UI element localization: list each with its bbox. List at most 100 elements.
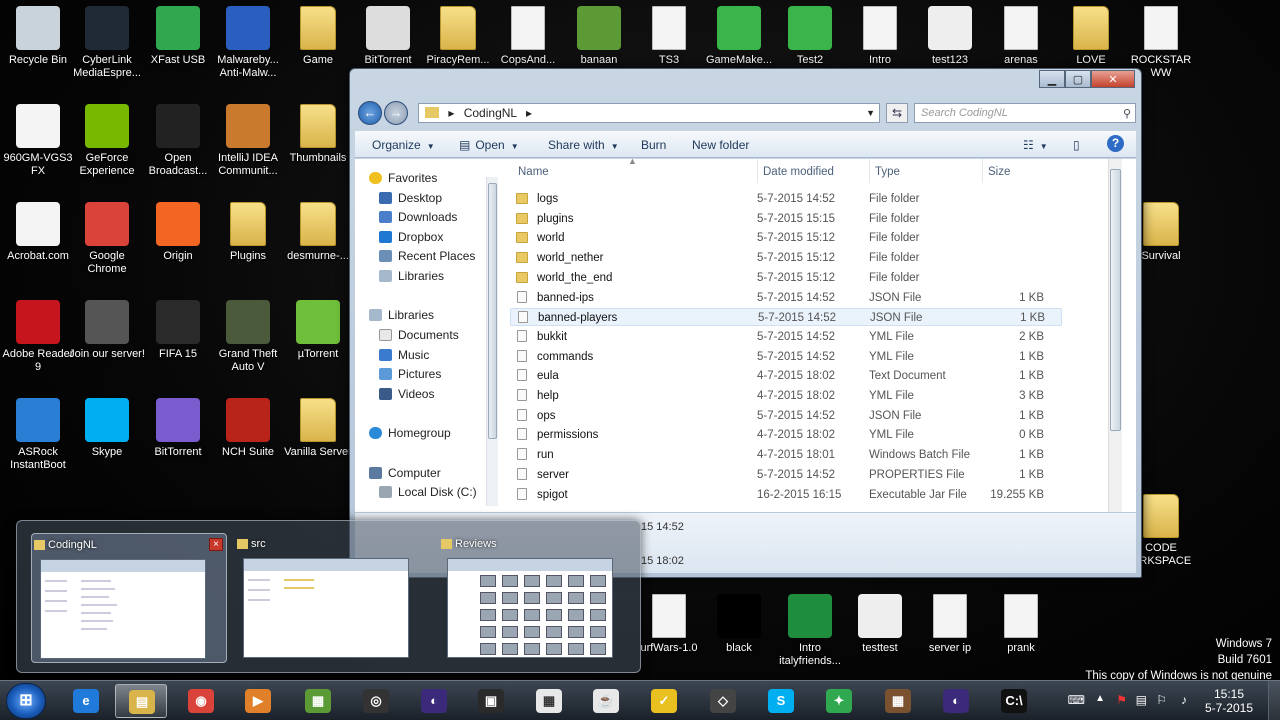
desktop-icon-item[interactable]: CyberLink MediaEspre... <box>69 6 145 80</box>
taskbar-button[interactable]: ▦ <box>872 684 924 718</box>
nav-homegroup[interactable]: Homegroup <box>369 424 451 442</box>
desktop-icon-item[interactable]: Intro italyfriends... <box>772 594 848 668</box>
taskbar-button[interactable]: ◐ <box>930 684 982 718</box>
view-options-button[interactable]: ☷ ▼ <box>1023 138 1048 152</box>
taskbar-button[interactable]: S <box>755 684 807 718</box>
back-button[interactable]: ← <box>358 101 382 125</box>
desktop-icon-item[interactable]: Open Broadcast... <box>140 104 216 178</box>
nav-favorites[interactable]: Favorites <box>369 169 437 187</box>
taskbar-button[interactable]: ◉ <box>175 684 227 718</box>
file-row[interactable]: permissions 4-7-2015 18:02 YML File 0 KB <box>510 426 1062 444</box>
desktop-icon-item[interactable]: Skype <box>69 398 145 459</box>
volume-icon[interactable]: ♪ <box>1181 693 1187 707</box>
desktop-icon-item[interactable]: GameMake... <box>701 6 777 67</box>
desktop-icon-item[interactable]: BitTorrent <box>140 398 216 459</box>
file-row[interactable]: logs 5-7-2015 14:52 File folder <box>510 190 1062 208</box>
thumbnail-src[interactable]: src <box>235 533 431 663</box>
file-row[interactable]: world 5-7-2015 15:12 File folder <box>510 229 1062 247</box>
desktop-icon-item[interactable]: Adobe Reader 9 <box>0 300 76 374</box>
chevron-up-icon[interactable]: ▲ <box>1095 693 1105 704</box>
help-button[interactable]: ? <box>1107 135 1124 152</box>
start-button[interactable]: ⊞ <box>6 683 46 719</box>
thumbnail-codingnl[interactable]: CodingNL × <box>31 533 227 663</box>
desktop-icon-item[interactable]: BitTorrent <box>350 6 426 67</box>
file-list-scrollbar[interactable] <box>1108 159 1122 512</box>
new-folder-button[interactable]: New folder <box>692 138 749 152</box>
explorer-window[interactable]: ▁ ▢ ✕ ← → ▸ CodingNL ▸ ▼ ⇆ Search Coding… <box>349 68 1142 578</box>
taskbar-button[interactable]: ☕ <box>580 684 632 718</box>
desktop-icon-item[interactable]: ASRock InstantBoot <box>0 398 76 472</box>
desktop-icon-item[interactable]: test123 <box>912 6 988 67</box>
refresh-button[interactable]: ⇆ <box>886 103 908 123</box>
keyboard-icon[interactable]: ⌨ <box>1068 693 1085 707</box>
file-row[interactable]: ops 5-7-2015 14:52 JSON File 1 KB <box>510 407 1062 425</box>
desktop-icon-item[interactable]: NCH Suite <box>210 398 286 459</box>
desktop-icon-item[interactable]: 960GM-VGS3 FX <box>0 104 76 178</box>
minimize-button[interactable]: ▁ <box>1039 70 1065 88</box>
desktop-icon-item[interactable]: testtest <box>842 594 918 655</box>
desktop-icon-item[interactable]: Test2 <box>772 6 848 67</box>
nav-music[interactable]: Music <box>379 346 429 364</box>
desktop-icon-item[interactable]: FIFA 15 <box>140 300 216 361</box>
close-button[interactable]: ✕ <box>1091 70 1135 88</box>
desktop-icon-item[interactable]: IntelliJ IDEA Communit... <box>210 104 286 178</box>
taskbar-button[interactable]: ✓ <box>638 684 690 718</box>
taskbar-button[interactable]: ◇ <box>697 684 749 718</box>
desktop-icon-item[interactable]: prank <box>983 594 1059 655</box>
desktop-icon-item[interactable]: Recycle Bin <box>0 6 76 67</box>
desktop-icon-item[interactable]: Malwareby... Anti-Malw... <box>210 6 286 80</box>
desktop-icon-item[interactable]: banaan <box>561 6 637 67</box>
desktop-icon-item[interactable]: GeForce Experience <box>69 104 145 178</box>
file-row[interactable]: world_the_end 5-7-2015 15:12 File folder <box>510 269 1062 287</box>
thumbnail-close-button[interactable]: × <box>209 538 223 551</box>
desktop-icon-item[interactable]: desmurne-... <box>280 202 356 263</box>
file-row[interactable]: spigot 16-2-2015 16:15 Executable Jar File… <box>510 486 1062 504</box>
network-warning-icon[interactable]: ▤ <box>1136 693 1147 707</box>
file-row[interactable]: eula 4-7-2015 18:02 Text Document 1 KB <box>510 367 1062 385</box>
nav-local-disk[interactable]: Local Disk (C:) <box>379 483 477 501</box>
column-header-type[interactable]: Type <box>875 166 900 178</box>
nav-scrollbar[interactable] <box>486 177 498 506</box>
organize-menu[interactable]: Organize ▼ <box>372 138 435 152</box>
nav-libraries-favorite[interactable]: Libraries <box>379 267 444 285</box>
desktop-icon-item[interactable]: Acrobat.com <box>0 202 76 263</box>
thumbnail-reviews[interactable]: Reviews <box>439 533 635 663</box>
desktop-icon-item[interactable]: PiracyRem... <box>420 6 496 67</box>
desktop-icon-item[interactable]: Game <box>280 6 356 67</box>
open-button[interactable]: ▤ Open ▼ <box>459 138 519 152</box>
clock[interactable]: 15:15 5-7-2015 <box>1198 687 1260 715</box>
forward-button[interactable]: → <box>384 101 408 125</box>
nav-pictures[interactable]: Pictures <box>379 365 441 383</box>
file-row[interactable]: server 5-7-2015 14:52 PROPERTIES File 1 KB <box>510 466 1062 484</box>
file-row[interactable]: banned-ips 5-7-2015 14:52 JSON File 1 KB <box>510 289 1062 307</box>
taskbar-button[interactable]: ▦ <box>523 684 575 718</box>
breadcrumb[interactable]: ▸ CodingNL ▸ ▼ <box>418 103 880 123</box>
desktop-icon-item[interactable]: Google Chrome <box>69 202 145 276</box>
file-row[interactable]: world_nether 5-7-2015 15:12 File folder <box>510 249 1062 267</box>
nav-dropbox[interactable]: Dropbox <box>379 228 443 246</box>
desktop-icon-item[interactable]: server ip <box>912 594 988 655</box>
desktop-icon-item[interactable]: Thumbnails <box>280 104 356 165</box>
desktop-icon-item[interactable]: Plugins <box>210 202 286 263</box>
desktop-icon-item[interactable]: black <box>701 594 777 655</box>
file-list-scrollbar-thumb[interactable] <box>1110 169 1121 431</box>
show-desktop-button[interactable] <box>1268 681 1280 720</box>
desktop-icon-item[interactable]: arenas <box>983 6 1059 67</box>
desktop-icon-item[interactable]: Vanilla Server <box>280 398 356 459</box>
burn-button[interactable]: Burn <box>641 138 666 152</box>
taskbar-button[interactable]: ◎ <box>350 684 402 718</box>
search-icon[interactable]: ⚲ <box>1123 105 1131 123</box>
nav-recent-places[interactable]: Recent Places <box>379 247 475 265</box>
taskbar-button[interactable]: ✦ <box>813 684 865 718</box>
breadcrumb-item-codingnl[interactable]: CodingNL <box>464 106 517 120</box>
desktop-icon-item[interactable]: LOVE <box>1053 6 1129 67</box>
nav-documents[interactable]: Documents <box>379 326 459 344</box>
desktop-icon-item[interactable]: Grand Theft Auto V <box>210 300 286 374</box>
taskbar-button[interactable]: e <box>60 684 112 718</box>
desktop-icon-item[interactable]: TS3 <box>631 6 707 67</box>
search-input[interactable]: Search CodingNL ⚲ <box>914 103 1136 123</box>
share-with-menu[interactable]: Share with ▼ <box>548 138 619 152</box>
nav-scrollbar-thumb[interactable] <box>488 183 497 439</box>
maximize-button[interactable]: ▢ <box>1065 70 1091 88</box>
file-row[interactable]: help 4-7-2015 18:02 YML File 3 KB <box>510 387 1062 405</box>
